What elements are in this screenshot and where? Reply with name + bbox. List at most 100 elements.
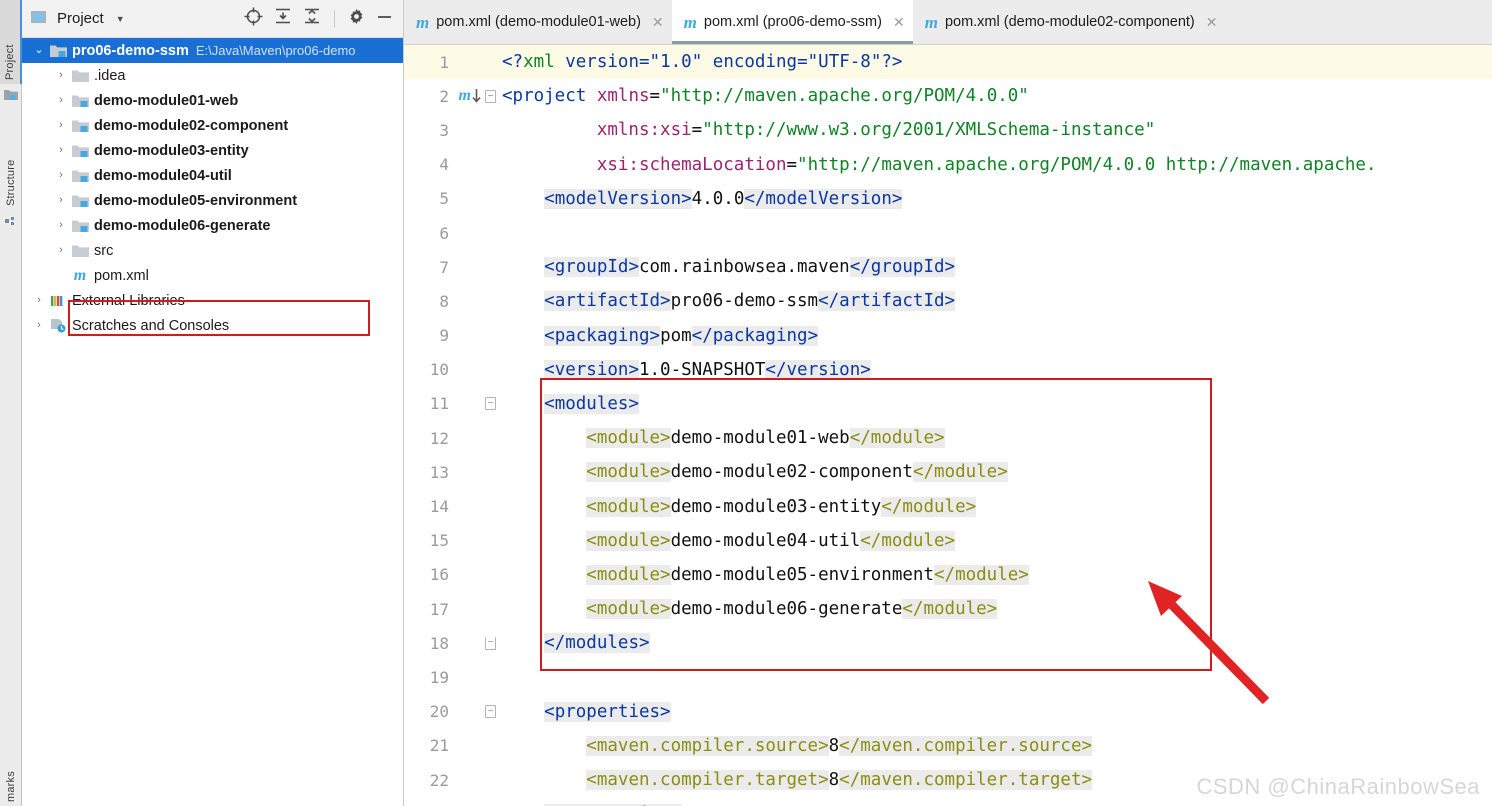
maven-pom-icon: m	[73, 266, 87, 284]
editor-tab-pro06-demo-ssm[interactable]: m pom.xml (pro06-demo-ssm) ✕	[671, 0, 913, 44]
code-line: 20 − <properties>	[404, 695, 1492, 729]
code-line: 2 m − <project xmlns="http://maven.apach…	[404, 79, 1492, 113]
code-text: <module>demo-module02-component</module>	[586, 462, 1008, 483]
tree-item-external-libraries[interactable]: › External Libraries	[22, 288, 403, 313]
chevron-down-icon[interactable]: ⌄	[30, 45, 48, 56]
tree-item-src[interactable]: › src	[22, 238, 403, 263]
line-number: 14	[429, 497, 449, 517]
project-icon	[30, 9, 47, 29]
chevron-right-icon[interactable]: ›	[52, 220, 70, 231]
idea-window: Project Structure marks Project ▼ ⌄ pro0…	[0, 0, 1492, 806]
toolbar-divider	[334, 10, 335, 27]
chevron-right-icon[interactable]: ›	[30, 320, 48, 331]
line-number: 18	[429, 633, 449, 653]
line-number: 10	[429, 360, 449, 380]
fold-end-icon[interactable]: −	[485, 636, 496, 650]
tree-item-label: .idea	[94, 67, 126, 84]
line-number: 12	[429, 428, 449, 448]
fold-minus-icon[interactable]: −	[485, 705, 496, 719]
maven-download-icon[interactable]: m	[459, 88, 471, 104]
chevron-right-icon[interactable]: ›	[52, 145, 70, 156]
code-text: <maven.compiler.source>8</maven.compiler…	[586, 735, 1093, 756]
chevron-down-icon[interactable]: ▼	[116, 14, 125, 24]
editor-tab-label: pom.xml (demo-module02-component)	[944, 14, 1195, 30]
close-icon[interactable]: ✕	[652, 15, 664, 29]
tree-item-pro06-demo-ssm[interactable]: ⌄ pro06-demo-ssm E:\Java\Maven\pro06-dem…	[22, 38, 403, 63]
code-line: 16 <module>demo-module05-environment</mo…	[404, 558, 1492, 592]
chevron-right-icon[interactable]: ›	[52, 120, 70, 131]
code-text: <maven.compiler.target>8</maven.compiler…	[586, 770, 1093, 791]
tree-item-idea[interactable]: › .idea	[22, 63, 403, 88]
rail-button-bookmarks[interactable]: marks	[0, 730, 22, 806]
code-text: <module>demo-module01-web</module>	[586, 428, 945, 449]
rail-item-label: Structure	[5, 159, 17, 206]
code-line: 12 <module>demo-module01-web</module>	[404, 421, 1492, 455]
tree-item-label: demo-module06-generate	[94, 217, 271, 234]
code-text: <groupId>com.rainbowsea.maven</groupId>	[544, 257, 956, 278]
maven-pom-icon: m	[683, 12, 697, 32]
code-text: <module>demo-module04-util</module>	[586, 530, 956, 551]
collapse-all-icon[interactable]	[303, 7, 321, 30]
gutter-markers: −	[458, 636, 500, 650]
tree-item-scratches-and-consoles[interactable]: › Scratches and Consoles	[22, 313, 403, 338]
close-icon[interactable]: ✕	[1206, 15, 1218, 29]
locate-icon[interactable]	[244, 7, 263, 31]
module-folder-icon	[48, 44, 68, 58]
code-text: xmlns:xsi="http://www.w3.org/2001/XMLSch…	[596, 120, 1156, 141]
folder-icon	[70, 69, 90, 83]
chevron-right-icon[interactable]: ›	[52, 195, 70, 206]
editor-tab-demo-module01-web[interactable]: m pom.xml (demo-module01-web) ✕	[404, 0, 672, 44]
line-number: 20	[429, 702, 449, 722]
code-line: 5 <modelVersion>4.0.0</modelVersion>	[404, 182, 1492, 216]
chevron-right-icon[interactable]: ›	[52, 170, 70, 181]
project-tool-window: Project ▼ ⌄ pro06-demo-ssm E:\Java\Maven…	[22, 0, 404, 806]
code-line: 3 xmlns:xsi="http://www.w3.org/2001/XMLS…	[404, 113, 1492, 147]
rail-item-label: Project	[4, 44, 16, 80]
tree-item-demo-module06-generate[interactable]: › demo-module06-generate	[22, 213, 403, 238]
tree-item-demo-module03-entity[interactable]: › demo-module03-entity	[22, 138, 403, 163]
line-number: 1	[439, 52, 449, 72]
code-line: 4 xsi:schemaLocation="http://maven.apach…	[404, 148, 1492, 182]
tree-item-demo-module04-util[interactable]: › demo-module04-util	[22, 163, 403, 188]
tree-item-label: demo-module02-component	[94, 117, 289, 134]
editor-tab-demo-module02-component[interactable]: m pom.xml (demo-module02-component) ✕	[912, 0, 1226, 44]
module-folder-icon	[70, 144, 90, 158]
editor-tab-bar: m pom.xml (demo-module01-web) ✕ m pom.xm…	[404, 0, 1492, 45]
chevron-right-icon[interactable]: ›	[30, 295, 48, 306]
fold-minus-icon[interactable]: −	[485, 89, 496, 103]
rail-button-structure[interactable]: Structure	[0, 110, 22, 210]
module-folder-icon	[70, 219, 90, 233]
chevron-right-icon[interactable]: ›	[52, 70, 70, 81]
tree-item-demo-module01-web[interactable]: › demo-module01-web	[22, 88, 403, 113]
tree-item-demo-module02-component[interactable]: › demo-module02-component	[22, 113, 403, 138]
line-number: 7	[439, 257, 449, 277]
fold-minus-icon[interactable]: −	[485, 397, 496, 411]
chevron-right-icon[interactable]: ›	[52, 245, 70, 256]
tree-item-label: src	[94, 242, 114, 259]
code-line: 11 − <modules>	[404, 387, 1492, 421]
tree-item-label: pro06-demo-ssm	[72, 42, 189, 59]
project-panel-header: Project ▼	[22, 0, 403, 38]
module-folder-icon	[70, 169, 90, 183]
tree-item-demo-module05-environment[interactable]: › demo-module05-environment	[22, 188, 403, 213]
rail-button-project[interactable]: Project	[0, 0, 22, 84]
tree-item-pom-xml[interactable]: m pom.xml	[22, 263, 403, 288]
project-tree[interactable]: ⌄ pro06-demo-ssm E:\Java\Maven\pro06-dem…	[22, 38, 403, 806]
code-text: xsi:schemaLocation="http://maven.apache.…	[596, 154, 1377, 175]
code-line: 14 <module>demo-module03-entity</module>	[404, 489, 1492, 523]
chevron-right-icon[interactable]: ›	[52, 95, 70, 106]
close-icon[interactable]: ✕	[893, 15, 905, 29]
code-line: 9 <packaging>pom</packaging>	[404, 319, 1492, 353]
code-line: 1 <?xml version="1.0" encoding="UTF-8"?>	[404, 45, 1492, 80]
module-folder-icon	[70, 94, 90, 108]
code-line: 7 <groupId>com.rainbowsea.maven</groupId…	[404, 250, 1492, 284]
gear-icon[interactable]	[348, 8, 365, 30]
minimize-icon[interactable]	[376, 8, 393, 30]
code-line: 13 <module>demo-module02-component</modu…	[404, 455, 1492, 489]
line-number: 15	[429, 531, 449, 551]
project-icon	[4, 88, 18, 106]
gutter-markers: −	[458, 705, 500, 719]
expand-all-icon[interactable]	[274, 7, 292, 30]
code-editor[interactable]: 1 <?xml version="1.0" encoding="UTF-8"?>…	[404, 45, 1492, 806]
code-text: <module>demo-module03-entity</module>	[586, 496, 977, 517]
